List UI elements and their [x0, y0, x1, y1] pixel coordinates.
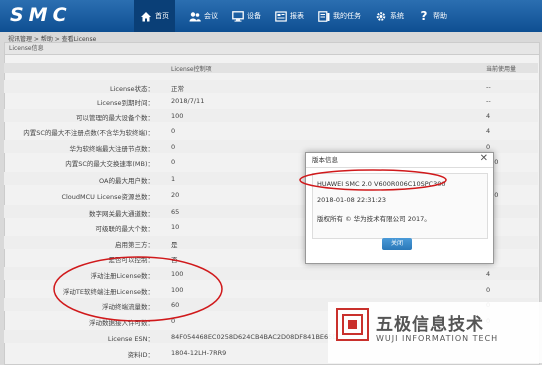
nav-home[interactable]: 首页	[134, 0, 175, 32]
nav-system-label: 系统	[390, 12, 404, 20]
build-date-text: 2018-01-08 22:31:23	[317, 196, 387, 204]
row-value: 0	[171, 127, 176, 135]
table-row: 可以管理的最大设备个数： 100 4	[4, 109, 538, 122]
home-icon	[141, 11, 151, 21]
watermark-logo	[336, 308, 369, 341]
row-value: 10	[171, 223, 180, 231]
row-label: 数字网关最大通道数：	[89, 210, 154, 218]
row-label: OA的最大用户数：	[99, 177, 154, 185]
row-value: 20	[171, 191, 180, 199]
row-label: 浮动数据接入许可数：	[89, 319, 154, 327]
nav-task[interactable]: 我的任务	[318, 10, 361, 22]
nav-meeting[interactable]: 会议	[189, 11, 218, 22]
top-navigation-bar: SMC 首页 会议 设备 报表 我的任务 系统 ? 帮助	[0, 0, 542, 32]
row-label: 是否可以控制：	[108, 256, 155, 264]
nav-help-label: 帮助	[433, 12, 447, 20]
row-label: 可以管理的最大设备个数：	[76, 114, 154, 122]
row-value: 100	[171, 112, 184, 120]
row-value: 是	[171, 241, 178, 249]
row-current: 4	[486, 127, 491, 135]
row-current: 4	[486, 112, 491, 120]
help-icon: ?	[420, 8, 428, 23]
row-value: 100	[171, 286, 184, 294]
header-license-control: License控制项	[171, 66, 212, 73]
nav-help[interactable]: ? 帮助	[418, 8, 447, 23]
smc-logo: SMC	[10, 4, 72, 26]
nav-system[interactable]: 系统	[375, 11, 404, 22]
watermark-cn: 五极信息技术	[376, 315, 484, 335]
nav-device[interactable]: 设备	[232, 10, 261, 22]
row-value: 100	[171, 270, 184, 278]
row-label: 资料ID：	[127, 351, 154, 359]
row-current: 0	[486, 143, 491, 151]
row-label: 内置SC的最大不注册点数(不含华为软终端)：	[23, 129, 154, 137]
task-icon	[318, 10, 330, 22]
row-value: 否	[171, 256, 178, 264]
row-label: License ESN：	[107, 335, 154, 343]
row-value: 0	[171, 158, 176, 166]
table-row: 浮动TE软终端注册License数： 100 0	[4, 283, 538, 296]
row-label: 可级联的最大个数：	[95, 225, 155, 233]
close-icon[interactable]: ✕	[480, 153, 488, 164]
row-label: 浮动终端流量数：	[102, 303, 154, 311]
report-icon	[275, 10, 287, 22]
nav-home-label: 首页	[155, 12, 169, 20]
row-value: 84F054468EC0258D624CB4BAC2D08DF841BE65D	[171, 333, 338, 341]
dialog-body: HUAWEI SMC 2.0 V600R006C10SPC300 2018-01…	[312, 173, 488, 239]
nav-report-label: 报表	[290, 12, 304, 20]
row-value: 0	[171, 143, 176, 151]
table-header: License控制项 当前使用量	[4, 63, 538, 73]
row-label: License状态：	[109, 85, 154, 93]
header-current-usage: 当前使用量	[486, 66, 517, 73]
meeting-icon	[189, 11, 201, 21]
row-value: 正常	[171, 85, 184, 93]
nav-task-label: 我的任务	[333, 12, 361, 20]
nav-report[interactable]: 报表	[275, 10, 304, 22]
row-current: --	[486, 97, 491, 105]
row-current: 0	[486, 286, 491, 294]
row-current: --	[486, 83, 491, 91]
row-value: 60	[171, 301, 180, 309]
row-label: 浮动TE软终端注册License数：	[62, 288, 154, 296]
table-row: License状态： 正常 --	[4, 80, 538, 93]
nav-device-label: 设备	[247, 12, 261, 20]
dialog-title: 版本信息	[306, 153, 493, 168]
gear-icon	[376, 11, 386, 21]
row-label: 启用第三方：	[115, 241, 154, 249]
row-label: 内置SC的最大交换速率(MB)：	[65, 160, 154, 168]
watermark-en: WUJI INFORMATION TECH	[376, 334, 499, 343]
row-label: License到期时间：	[96, 99, 154, 107]
row-label: 浮动注册License数：	[90, 272, 154, 280]
watermark: 五极信息技术 WUJI INFORMATION TECH	[328, 302, 542, 363]
panel-title: License信息	[5, 43, 539, 55]
table-row: 内置SC的最大不注册点数(不含华为软终端)： 0 4	[4, 124, 538, 137]
row-label: CloudMCU License资源总数：	[61, 193, 154, 201]
copyright-text: 版权所有 © 华为技术有限公司 2017。	[317, 215, 431, 223]
row-value: 65	[171, 208, 180, 216]
table-row: License到期时间： 2018/7/11 --	[4, 94, 538, 107]
table-row: 浮动注册License数： 100 4	[4, 267, 538, 280]
version-info-dialog: 版本信息 ✕ HUAWEI SMC 2.0 V600R006C10SPC300 …	[305, 152, 494, 264]
row-current: 4	[486, 270, 491, 278]
main-nav: 首页 会议 设备 报表 我的任务 系统 ? 帮助	[134, 0, 461, 32]
monitor-icon	[232, 10, 244, 22]
row-value: 1804-12LH-7RR9	[171, 349, 227, 357]
row-value: 0	[171, 317, 176, 325]
nav-meeting-label: 会议	[204, 12, 218, 20]
close-button[interactable]: 关闭	[382, 238, 412, 250]
row-label: 华为软终端最大注册节点数：	[69, 145, 155, 153]
row-value: 1	[171, 175, 176, 183]
row-value: 2018/7/11	[171, 97, 205, 105]
version-text: HUAWEI SMC 2.0 V600R006C10SPC300	[317, 180, 446, 188]
